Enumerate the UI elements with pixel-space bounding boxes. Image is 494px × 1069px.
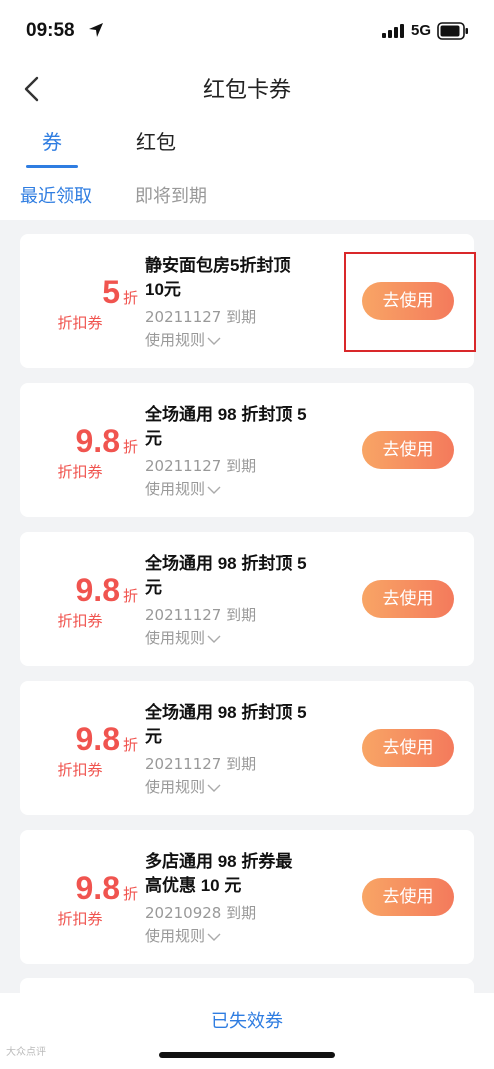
usage-rules-toggle[interactable]: 使用规则: [145, 775, 340, 799]
discount-unit: 折: [122, 438, 138, 456]
coupon-type: 折扣券: [57, 910, 103, 928]
active-tab-indicator: [26, 165, 78, 168]
subtab-bar: 最近领取 即将到期: [0, 170, 494, 220]
discount-unit: 折: [122, 885, 138, 903]
battery-icon: [437, 22, 468, 40]
nav-bar: 红包卡券: [0, 62, 494, 114]
use-coupon-button[interactable]: 去使用: [362, 431, 454, 469]
coupon-title-line2: 元: [145, 578, 162, 597]
tab-bar: 券 红包: [0, 114, 494, 170]
coupon-title-line2: 元: [145, 429, 162, 448]
coupon-discount: 9.8 折: [76, 721, 139, 758]
discount-value: 9.8: [75, 721, 120, 757]
coupon-title-line1: 静安面包房5折封顶: [145, 256, 291, 275]
coupon-card: 9.8 折 折扣券 全场通用 98 折封顶 5 元 20211127 到期 使用规…: [20, 532, 474, 666]
status-time: 09:58: [26, 20, 75, 41]
coupon-card: 9.8 折 折扣券 全场通用 98 折封顶 5 元 20211127 到期 使用规…: [20, 681, 474, 815]
discount-value: 5: [102, 274, 120, 310]
coupon-discount-area: 9.8 折 折扣券: [20, 681, 140, 815]
usage-rules-label: 使用规则: [145, 480, 206, 498]
coupon-card: 9.8 折 折扣券 多店通用 98 折券最 高优惠 10 元 20210928 到…: [20, 830, 474, 964]
status-bar: 09:58 5G: [0, 0, 494, 62]
coupon-expiry: 20210928 到期: [145, 904, 257, 922]
coupon-discount-area: 9.8 折 折扣券: [20, 383, 140, 517]
usage-rules-toggle[interactable]: 使用规则: [145, 626, 340, 650]
usage-rules-label: 使用规则: [145, 331, 206, 349]
coupon-discount-area: 9.8 折 折扣券: [20, 532, 140, 666]
coupon-info: 全场通用 98 折封顶 5 元 20211127 到期 使用规则: [145, 403, 340, 501]
network-type: 5G: [411, 22, 432, 39]
coupon-title-line2: 10元: [145, 280, 181, 299]
coupon-discount-area: 5折 折扣券: [20, 234, 140, 368]
footer: 已失效券 大众点评: [0, 993, 494, 1069]
discount-unit: 折: [122, 736, 138, 754]
coupon-type: 折扣券: [57, 463, 103, 481]
use-coupon-button[interactable]: 去使用: [362, 878, 454, 916]
coupon-discount-area: 9.8 折 折扣券: [20, 830, 140, 964]
coupon-discount: 9.8 折: [76, 423, 139, 460]
coupon-info: 全场通用 98 折封顶 5 元 20211127 到期 使用规则: [145, 552, 340, 650]
coupon-type: 折扣券: [57, 314, 103, 332]
coupon-info: 全场通用 98 折封顶 5 元 20211127 到期 使用规则: [145, 701, 340, 799]
discount-value: 9.8: [75, 423, 120, 459]
home-indicator: [159, 1052, 335, 1058]
coupon-expiry: 20211127 到期: [145, 308, 257, 326]
coupon-expiry: 20211127 到期: [145, 755, 257, 773]
coupon-title-line1: 多店通用 98 折券最: [145, 852, 293, 871]
discount-unit: 折: [122, 587, 138, 605]
chevron-down-icon: [207, 486, 221, 494]
discount-value: 9.8: [75, 870, 120, 906]
coupon-title-line1: 全场通用 98 折封顶 5: [145, 703, 307, 722]
tab-red-packets[interactable]: 红包: [136, 126, 176, 155]
usage-rules-label: 使用规则: [145, 778, 206, 796]
subtab-recently-received[interactable]: 最近领取: [20, 182, 92, 208]
signal-icon: [382, 24, 404, 38]
coupon-expiry: 20211127 到期: [145, 457, 257, 475]
watermark: 大众点评: [6, 1047, 46, 1058]
coupon-card: 9.8 折 折扣券 全场通用 98 折封顶 5 元 20211127 到期 使用规…: [20, 383, 474, 517]
coupon-title-line2: 高优惠 10 元: [145, 876, 242, 895]
usage-rules-toggle[interactable]: 使用规则: [145, 477, 340, 501]
expired-coupons-link[interactable]: 已失效券: [0, 1007, 494, 1033]
coupon-title-line2: 元: [145, 727, 162, 746]
coupon-discount: 9.8 折: [76, 870, 139, 907]
usage-rules-toggle[interactable]: 使用规则: [145, 924, 340, 948]
page-title: 红包卡券: [202, 78, 291, 103]
chevron-down-icon: [207, 933, 221, 941]
usage-rules-label: 使用规则: [145, 927, 206, 945]
chevron-down-icon: [207, 784, 221, 792]
location-arrow-icon: [89, 23, 103, 37]
coupon-type: 折扣券: [57, 612, 103, 630]
chevron-down-icon: [207, 337, 221, 345]
coupon-type: 折扣券: [57, 761, 103, 779]
coupon-discount: 9.8 折: [76, 572, 139, 609]
coupon-info: 静安面包房5折封顶 10元 20211127 到期 使用规则: [145, 254, 340, 352]
usage-rules-label: 使用规则: [145, 629, 206, 647]
highlight-annotation: [344, 252, 476, 352]
coupon-info: 多店通用 98 折券最 高优惠 10 元 20210928 到期 使用规则: [145, 850, 340, 948]
coupon-discount: 5折: [102, 274, 138, 311]
use-coupon-button[interactable]: 去使用: [362, 729, 454, 767]
discount-unit: 折: [122, 289, 138, 307]
usage-rules-toggle[interactable]: 使用规则: [145, 328, 340, 352]
coupon-expiry: 20211127 到期: [145, 606, 257, 624]
discount-value: 9.8: [75, 572, 120, 608]
chevron-down-icon: [207, 635, 221, 643]
coupon-title-line1: 全场通用 98 折封顶 5: [145, 554, 307, 573]
use-coupon-button[interactable]: 去使用: [362, 580, 454, 618]
subtab-expiring-soon[interactable]: 即将到期: [135, 182, 207, 208]
coupon-title-line1: 全场通用 98 折封顶 5: [145, 405, 307, 424]
tab-coupons[interactable]: 券: [42, 126, 62, 155]
